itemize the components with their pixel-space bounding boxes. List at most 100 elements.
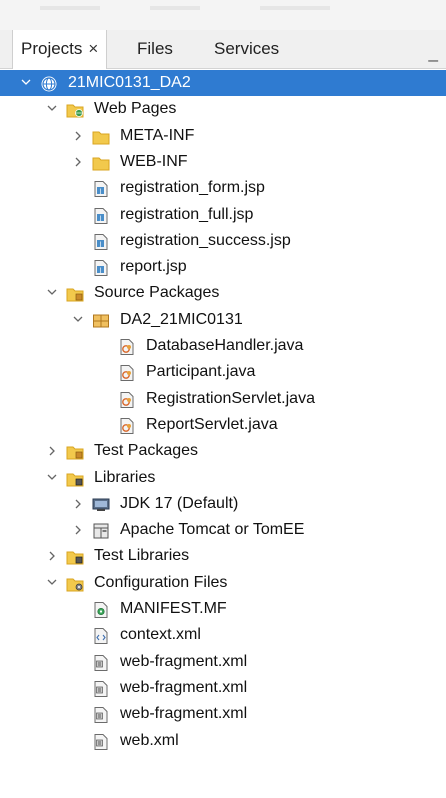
tree-row-label: Test Libraries [94, 547, 190, 564]
tree-row[interactable]: DatabaseHandler.java [0, 333, 446, 359]
tree-row-label: registration_full.jsp [120, 206, 254, 223]
tree-row[interactable]: RegistrationServlet.java [0, 386, 446, 412]
faded-toolbar-mark [40, 6, 100, 10]
xml-file-icon [92, 654, 110, 671]
jsp-file-icon: J [92, 180, 110, 197]
library-folder-icon [66, 470, 84, 487]
manifest-file-icon [92, 601, 110, 618]
jsp-file-icon: J [92, 233, 110, 250]
tree-row[interactable]: web-fragment.xml [0, 701, 446, 727]
tree-row[interactable]: web-fragment.xml [0, 649, 446, 675]
tree-row-label: ReportServlet.java [146, 416, 278, 433]
context-xml-icon [92, 627, 110, 644]
tree-row[interactable]: Jregistration_form.jsp [0, 175, 446, 201]
tree-row-label: Configuration Files [94, 574, 228, 591]
tree-row-label: web-fragment.xml [120, 679, 248, 696]
tree-row-label: 21MIC0131_DA2 [68, 74, 191, 91]
folder-icon [92, 154, 110, 171]
jsp-file-icon: J [92, 259, 110, 276]
chevron-down-icon[interactable] [70, 307, 86, 333]
tree-row[interactable]: 21MIC0131_DA2 [0, 70, 446, 96]
tree-row[interactable]: DA2_21MIC0131 [0, 307, 446, 333]
jsp-file-icon: J [92, 207, 110, 224]
tree-row-label: Libraries [94, 469, 156, 486]
tree-row[interactable]: WEB-INF [0, 149, 446, 175]
svg-text:J: J [99, 215, 102, 222]
faded-toolbar-mark [260, 6, 330, 10]
tree-row-label: web-fragment.xml [120, 705, 248, 722]
svg-text:J: J [99, 241, 102, 248]
package-icon [92, 312, 110, 328]
tree-row[interactable]: Jregistration_full.jsp [0, 202, 446, 228]
tree-row-label: Participant.java [146, 363, 256, 380]
panel-tab-bar: Projects × Files Services _ [0, 30, 446, 69]
tree-row-label: web-fragment.xml [120, 653, 248, 670]
server-library-icon [92, 522, 110, 539]
tree-row-label: registration_form.jsp [120, 179, 265, 196]
tree-row[interactable]: Apache Tomcat or TomEE [0, 517, 446, 543]
tab-services[interactable]: Services [214, 30, 279, 68]
chevron-right-icon[interactable] [70, 123, 86, 149]
tab-files[interactable]: Files [137, 30, 173, 68]
tab-label: Files [137, 39, 173, 58]
xml-file-icon [92, 733, 110, 750]
tree-row-label: Source Packages [94, 284, 220, 301]
tree-row-label: WEB-INF [120, 153, 188, 170]
tree-row-label: Apache Tomcat or TomEE [120, 521, 305, 538]
tree-row[interactable]: Jregistration_success.jsp [0, 228, 446, 254]
config-folder-icon [66, 575, 84, 592]
source-folder-icon [66, 443, 84, 460]
tree-row[interactable]: Source Packages [0, 280, 446, 306]
tree-row-label: META-INF [120, 127, 195, 144]
folder-icon [92, 128, 110, 145]
svg-text:J: J [99, 267, 102, 274]
tree-row[interactable]: Jreport.jsp [0, 254, 446, 280]
tab-label: Services [214, 39, 280, 58]
close-icon[interactable]: × [88, 39, 98, 58]
jdk-icon [92, 496, 110, 512]
web-folder-icon [66, 101, 84, 118]
chevron-down-icon[interactable] [18, 70, 34, 96]
tree-row-label: registration_success.jsp [120, 232, 291, 249]
svg-text:J: J [99, 188, 102, 195]
tree-row[interactable]: Participant.java [0, 359, 446, 385]
chevron-right-icon[interactable] [70, 517, 86, 543]
tree-row[interactable]: Configuration Files [0, 570, 446, 596]
faded-toolbar-mark [150, 6, 200, 10]
chevron-right-icon[interactable] [70, 149, 86, 175]
chevron-down-icon[interactable] [44, 465, 60, 491]
tab-label: Projects [21, 39, 83, 58]
tree-row-label: context.xml [120, 626, 201, 643]
source-folder-icon [66, 285, 84, 302]
tree-row[interactable]: META-INF [0, 123, 446, 149]
tree-row[interactable]: web.xml [0, 728, 446, 754]
tree-row[interactable]: web-fragment.xml [0, 675, 446, 701]
xml-file-icon [92, 680, 110, 697]
tree-row[interactable]: context.xml [0, 622, 446, 648]
tree-row-label: MANIFEST.MF [120, 600, 227, 617]
chevron-right-icon[interactable] [44, 543, 60, 569]
chevron-down-icon[interactable] [44, 280, 60, 306]
xml-file-icon [92, 706, 110, 723]
tree-row-label: Test Packages [94, 442, 199, 459]
tree-row-label: web.xml [120, 732, 179, 749]
tree-row[interactable]: Test Packages [0, 438, 446, 464]
tree-row[interactable]: Test Libraries [0, 543, 446, 569]
tree-row[interactable]: JDK 17 (Default) [0, 491, 446, 517]
tree-row[interactable]: Web Pages [0, 96, 446, 122]
java-file-icon [118, 417, 136, 434]
tree-row[interactable]: MANIFEST.MF [0, 596, 446, 622]
java-file-icon [118, 338, 136, 355]
tree-row-label: RegistrationServlet.java [146, 390, 315, 407]
tree-row[interactable]: Libraries [0, 465, 446, 491]
tree-row[interactable]: ReportServlet.java [0, 412, 446, 438]
tree-row-label: Web Pages [94, 100, 177, 117]
java-file-icon [118, 391, 136, 408]
minimize-icon[interactable]: _ [429, 44, 438, 61]
chevron-right-icon[interactable] [70, 491, 86, 517]
chevron-down-icon[interactable] [44, 96, 60, 122]
tab-projects[interactable]: Projects × [12, 30, 108, 69]
chevron-right-icon[interactable] [44, 438, 60, 464]
globe-project-icon [40, 75, 58, 92]
chevron-down-icon[interactable] [44, 570, 60, 596]
